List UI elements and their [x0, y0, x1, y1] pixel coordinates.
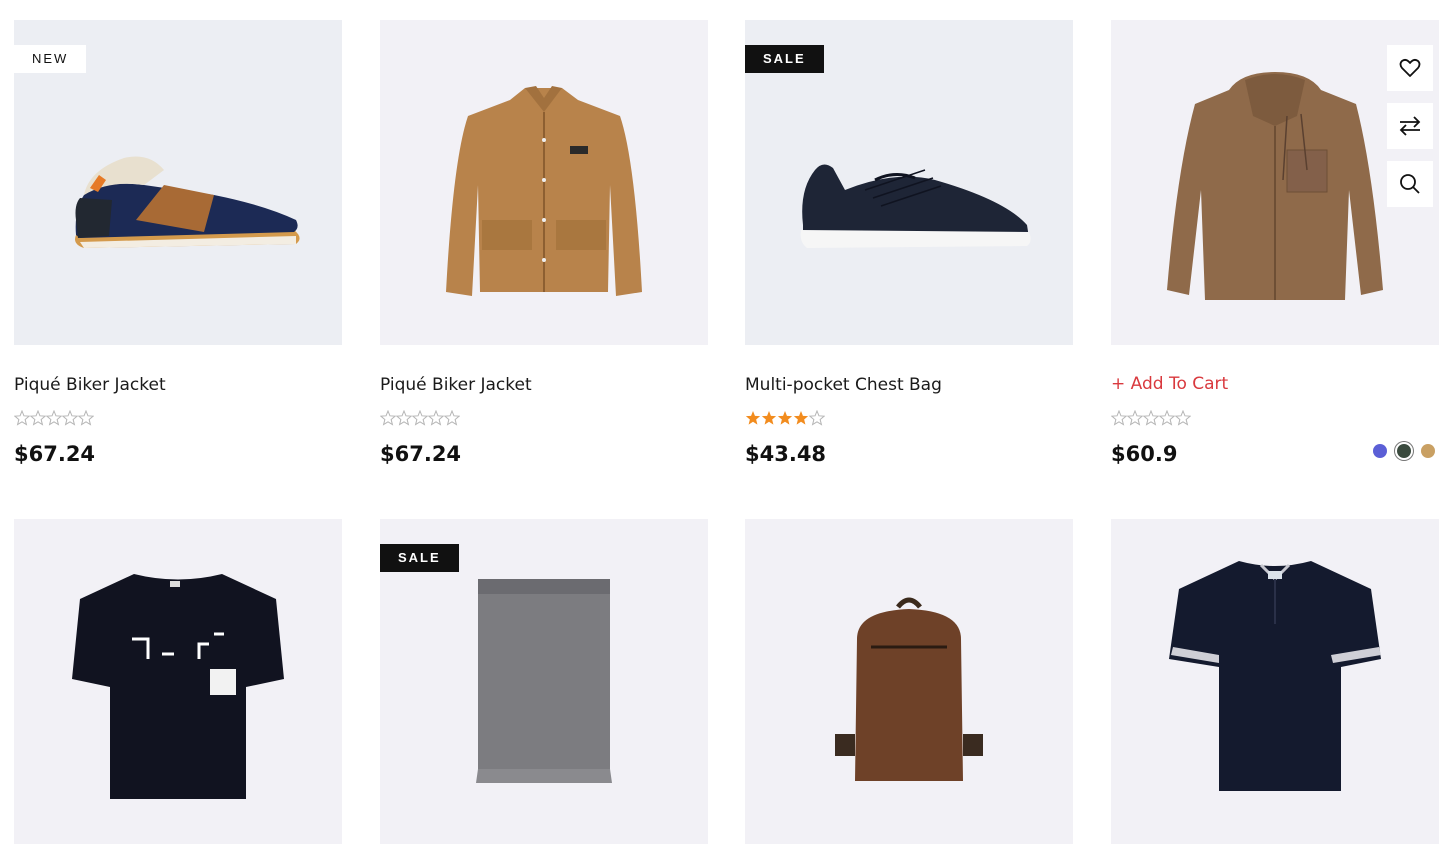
star-icon	[777, 411, 793, 425]
star-icon	[14, 410, 31, 426]
star-icon	[1126, 410, 1144, 426]
color-swatches	[1373, 444, 1435, 458]
add-to-cart-button[interactable]: + Add To Cart	[1111, 374, 1228, 394]
product-image[interactable]	[1111, 20, 1439, 345]
star-icon	[29, 410, 47, 426]
wishlist-button[interactable]	[1387, 45, 1433, 91]
quick-view-button[interactable]	[1387, 161, 1433, 207]
star-icon	[380, 410, 397, 426]
rating-stars	[745, 410, 825, 426]
star-icon	[808, 410, 825, 426]
polo-navy-icon	[1169, 561, 1381, 791]
product-image[interactable]	[745, 519, 1073, 844]
sale-badge: SALE	[380, 544, 459, 572]
sale-badge: SALE	[745, 45, 824, 73]
color-swatch[interactable]	[1421, 444, 1435, 458]
product-image[interactable]	[1111, 519, 1439, 844]
product-price: $67.24	[380, 442, 462, 466]
star-icon	[761, 411, 777, 425]
star-icon	[793, 411, 809, 425]
product-image[interactable]: SALE	[380, 519, 708, 844]
star-icon	[45, 410, 63, 426]
product-image[interactable]: SALE	[745, 20, 1073, 345]
product-price: $43.48	[745, 442, 827, 466]
product-title[interactable]: Piqué Biker Jacket	[14, 375, 166, 395]
new-badge: NEW	[14, 45, 87, 73]
star-icon	[395, 410, 413, 426]
star-icon	[61, 410, 79, 426]
jacket-tan-icon	[446, 86, 642, 296]
quick-actions	[1387, 45, 1433, 219]
star-icon	[411, 410, 429, 426]
search-icon	[1400, 174, 1420, 194]
compare-icon	[1399, 116, 1421, 136]
product-title[interactable]: Multi-pocket Chest Bag	[745, 375, 942, 395]
rating-stars	[1111, 410, 1191, 426]
star-icon	[1174, 410, 1191, 426]
star-icon	[1158, 410, 1176, 426]
color-swatch[interactable]	[1373, 444, 1387, 458]
product-image[interactable]: NEW	[14, 20, 342, 345]
star-icon	[77, 410, 94, 426]
star-icon	[1111, 410, 1128, 426]
product-image[interactable]	[14, 519, 342, 844]
product-price: $67.24	[14, 442, 96, 466]
product-price: $60.9	[1111, 442, 1178, 466]
color-swatch[interactable]	[1397, 444, 1411, 458]
compare-button[interactable]	[1387, 103, 1433, 149]
product-title[interactable]: Piqué Biker Jacket	[380, 375, 532, 395]
star-icon	[427, 410, 445, 426]
rating-stars	[14, 410, 94, 426]
product-image[interactable]	[380, 20, 708, 345]
backpack-brown-icon	[835, 597, 983, 781]
heart-icon	[1399, 58, 1421, 77]
rating-stars	[380, 410, 460, 426]
star-icon	[1142, 410, 1160, 426]
star-icon	[745, 411, 761, 425]
tshirt-black-icon	[72, 574, 284, 799]
star-icon	[443, 410, 460, 426]
